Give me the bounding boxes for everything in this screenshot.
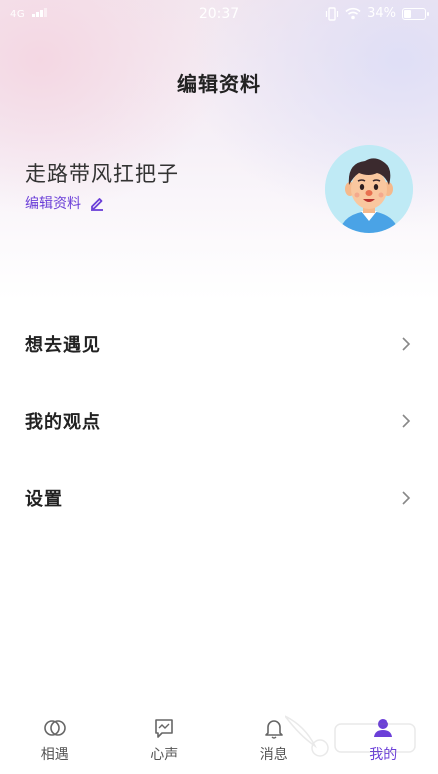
- edit-profile-link[interactable]: 编辑资料: [25, 193, 105, 213]
- battery-percent: 34%: [367, 6, 396, 21]
- profile-name: 走路带风扛把子: [25, 162, 179, 186]
- tab-label: 消息: [259, 747, 288, 763]
- tab-mine[interactable]: 我的: [329, 706, 438, 774]
- tab-label: 相遇: [40, 747, 69, 763]
- menu-item-label: 设置: [25, 488, 63, 510]
- menu-item-settings[interactable]: 设置: [0, 459, 438, 536]
- menu-item-label: 我的观点: [25, 411, 101, 433]
- tab-messages[interactable]: 消息: [219, 706, 329, 774]
- tab-voice[interactable]: 心声: [110, 706, 220, 774]
- chevron-right-icon: [402, 336, 411, 351]
- battery-icon: [402, 7, 429, 20]
- menu-item-label: 想去遇见: [25, 334, 101, 356]
- profile-menu: 想去遇见 我的观点 设置: [0, 305, 438, 536]
- avatar[interactable]: [325, 145, 413, 233]
- menu-item-want-to-meet[interactable]: 想去遇见: [0, 305, 438, 382]
- avatar-illustration: [325, 145, 413, 233]
- tab-label: 我的: [369, 747, 398, 763]
- bottom-tab-bar: 相遇 心声 消息 我的: [0, 706, 438, 774]
- chat-icon: [155, 719, 174, 738]
- status-bar: 4G 20:37 34%: [0, 0, 438, 30]
- profile-screen: 4G 20:37 34% 编辑资料 走路带风扛把子 编辑资料 想去遇见 我的观点…: [0, 0, 438, 774]
- chevron-right-icon: [402, 490, 411, 505]
- menu-item-my-views[interactable]: 我的观点: [0, 382, 438, 459]
- profile-icon: [374, 719, 393, 737]
- vibrate-icon: [325, 6, 339, 21]
- edit-profile-label: 编辑资料: [25, 196, 81, 212]
- bell-icon: [264, 720, 283, 739]
- chevron-right-icon: [402, 413, 411, 428]
- status-right: 34%: [325, 6, 429, 21]
- battery-fill: [404, 9, 412, 18]
- meet-icon: [43, 720, 66, 736]
- tab-label: 心声: [150, 747, 179, 763]
- pencil-icon: [91, 198, 103, 211]
- wifi-icon: [345, 7, 361, 20]
- page-title: 编辑资料: [177, 72, 261, 96]
- tab-meet[interactable]: 相遇: [0, 706, 110, 774]
